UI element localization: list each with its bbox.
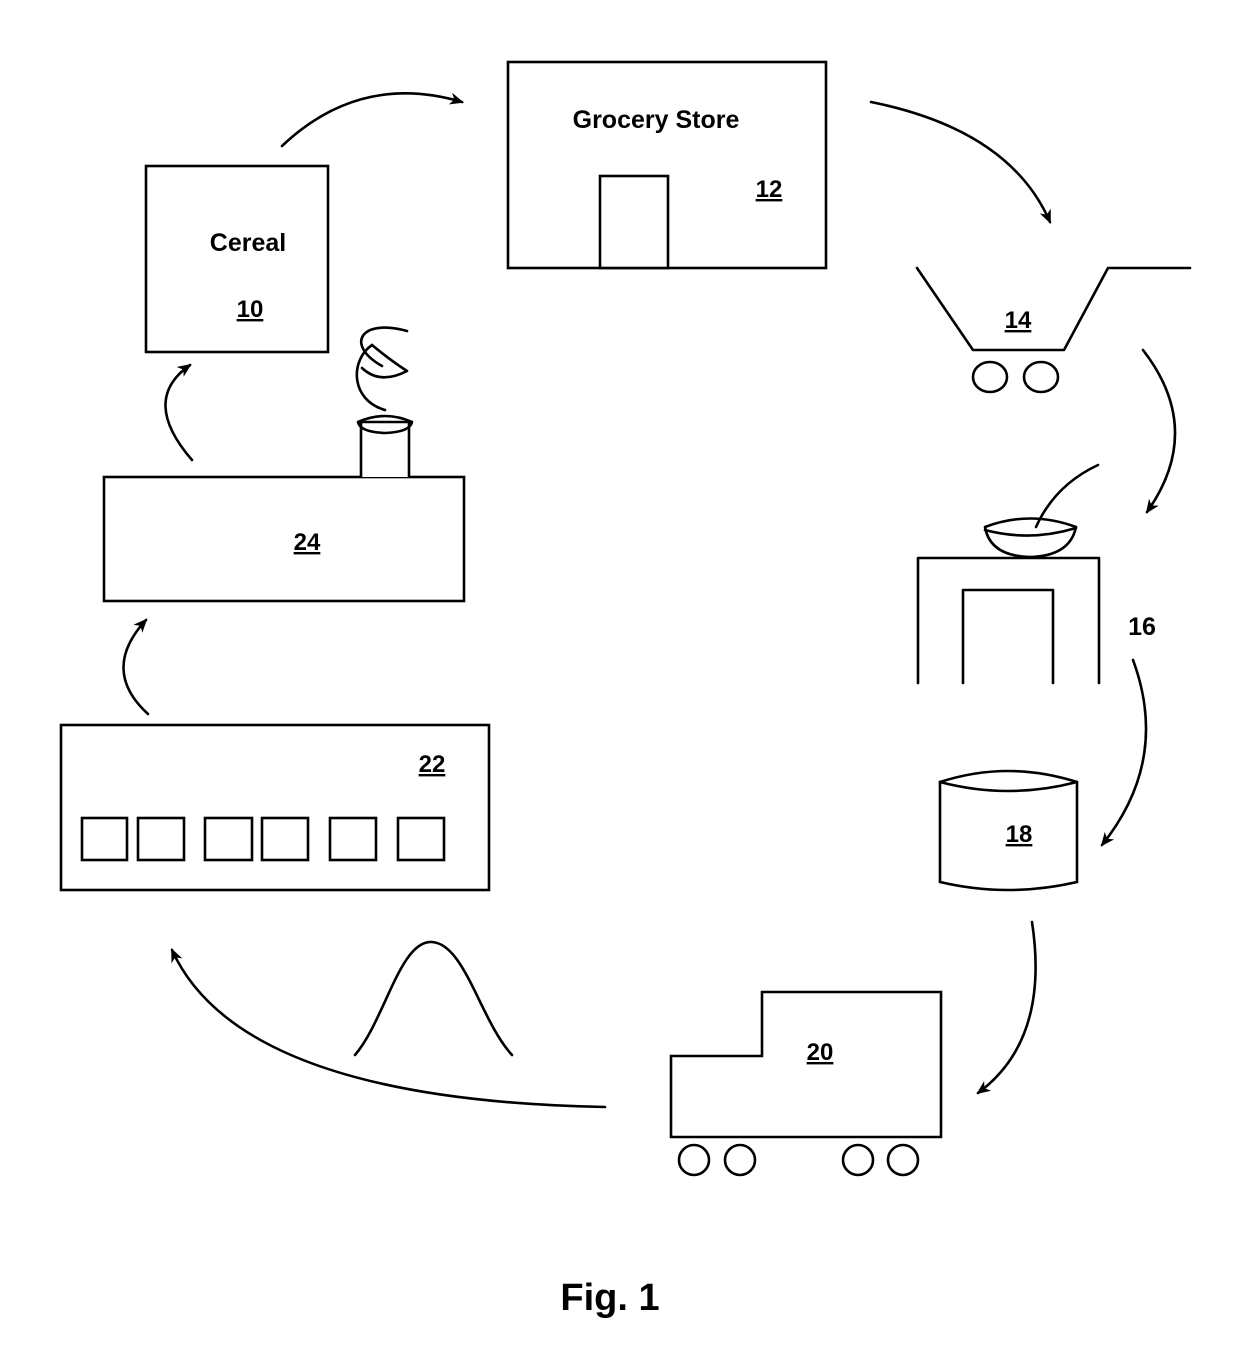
table-icon [916,556,1101,685]
truck-node: 20 [669,990,943,1177]
cart-ref-number: 14 [1005,307,1032,334]
arrow-cereal-to-store [280,92,464,148]
truck-wheel-icon [886,1143,920,1177]
facility-node: 22 [59,723,491,892]
truck-wheel-icon [723,1143,757,1177]
table-inner-frame [961,588,1055,685]
truck-ref-number: 20 [807,1039,834,1066]
table-ref-number: 16 [1128,613,1156,641]
grocery-store-ref-number: 12 [756,176,783,203]
cereal-ref-number: 10 [237,296,264,323]
grocery-store-node: Grocery Store 12 [506,60,828,270]
arrow-table-to-bin [1100,658,1148,847]
figure-caption: Fig. 1 [560,1277,659,1319]
spoon-icon [1034,463,1100,529]
arrow-bin-to-truck [976,920,1037,1095]
facility-bin-icon [203,816,254,862]
cart-wheel-icon [971,360,1009,394]
distribution-curve-icon [353,940,514,1057]
facility-bin-icon [80,816,129,862]
cereal-label: Cereal [210,229,286,257]
shopping-cart-node: 14 [915,266,1192,394]
table-bowl-node: 16 [916,463,1156,685]
arrow-cart-to-table [1141,348,1177,514]
factory-ref-number: 24 [294,529,321,556]
facility-bin-icon [328,816,378,862]
facility-bin-icon [260,816,310,862]
arrow-facility-to-factory [122,618,150,716]
truck-wheel-icon [841,1143,875,1177]
store-door-icon [598,174,670,270]
factory-node: 24 [102,326,466,603]
facility-bin-icon [396,816,446,862]
arrow-store-to-cart [869,100,1052,224]
facility-ref-number: 22 [419,751,446,778]
cart-basket-icon [915,266,1192,352]
bin-node: 18 [938,769,1079,892]
cereal-box-node: Cereal 10 [144,164,330,354]
bin-ref-number: 18 [1006,821,1033,848]
arrow-factory-to-cereal [164,363,194,462]
process-cycle-diagram: Cereal 10 Grocery Store 12 14 16 18 20 2… [59,60,1192,1319]
facility-bin-icon [136,816,186,862]
cart-wheel-icon [1022,360,1060,394]
truck-wheel-icon [677,1143,711,1177]
arrow-truck-to-facility [170,948,607,1109]
bowl-icon [983,517,1078,559]
grocery-store-label: Grocery Store [573,106,740,134]
